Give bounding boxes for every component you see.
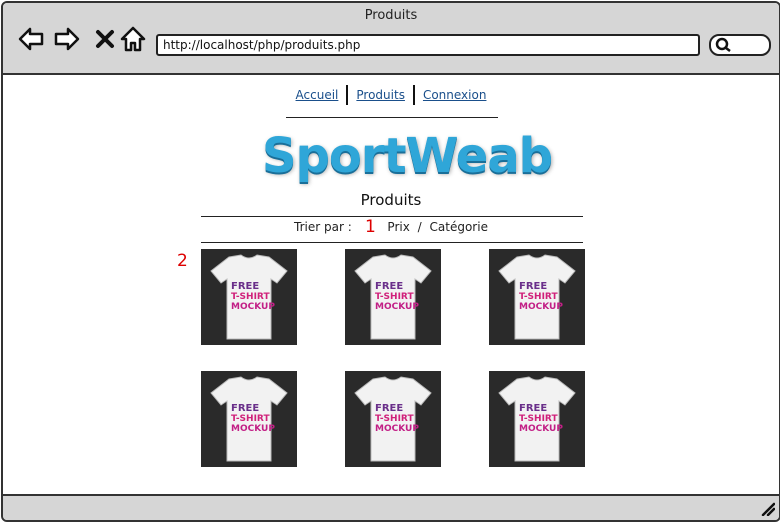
close-icon[interactable] xyxy=(91,25,119,53)
product-card[interactable]: FREE T-SHIRT MOCKUP xyxy=(489,371,585,467)
tshirt-image: FREE T-SHIRT MOCKUP xyxy=(210,254,288,340)
browser-statusbar xyxy=(3,494,779,520)
tshirt-image: FREE T-SHIRT MOCKUP xyxy=(210,376,288,462)
product-text-line3: MOCKUP xyxy=(375,424,419,434)
product-text-line1: FREE xyxy=(519,403,547,414)
tshirt-image: FREE T-SHIRT MOCKUP xyxy=(354,254,432,340)
product-text-line1: FREE xyxy=(375,281,403,292)
product-text-line2: T-SHIRT xyxy=(231,292,270,302)
home-icon[interactable] xyxy=(119,25,147,53)
product-card[interactable]: FREE T-SHIRT MOCKUP xyxy=(345,249,441,345)
browser-titlebar: Produits http://localhost/php/produits.p… xyxy=(3,3,779,75)
sort-separator: / xyxy=(417,220,422,234)
sort-bar: Trier par : Prix / Catégorie xyxy=(3,220,779,234)
product-text-line3: MOCKUP xyxy=(519,424,563,434)
sort-label: Trier par : xyxy=(294,220,352,234)
sort-divider-top xyxy=(201,216,583,217)
product-text-line1: FREE xyxy=(519,281,547,292)
menu-item-produits[interactable]: Produits xyxy=(350,88,411,102)
product-text-line2: T-SHIRT xyxy=(231,414,270,424)
page-content: Accueil Produits Connexion SportWeab Produ… xyxy=(3,75,779,494)
tshirt-image: FREE T-SHIRT MOCKUP xyxy=(498,376,576,462)
main-menu: Accueil Produits Connexion xyxy=(3,85,779,105)
annotation-marker-2: 2 xyxy=(177,251,188,271)
product-text-line1: FREE xyxy=(231,281,259,292)
menu-separator xyxy=(346,85,349,105)
resize-grip-icon[interactable] xyxy=(759,500,775,516)
product-card[interactable]: FREE T-SHIRT MOCKUP xyxy=(345,371,441,467)
product-text-line2: T-SHIRT xyxy=(519,414,558,424)
product-text-line3: MOCKUP xyxy=(231,424,275,434)
search-box[interactable] xyxy=(709,34,771,56)
menu-divider xyxy=(286,117,498,118)
product-text-line2: T-SHIRT xyxy=(375,292,414,302)
sort-divider-bottom xyxy=(201,242,583,243)
tshirt-image: FREE T-SHIRT MOCKUP xyxy=(498,254,576,340)
annotation-marker-1: 1 xyxy=(365,217,376,237)
menu-separator xyxy=(412,85,415,105)
page-title: Produits xyxy=(360,191,422,209)
product-text-line3: MOCKUP xyxy=(375,302,419,312)
sort-option-prix[interactable]: Prix xyxy=(387,220,409,234)
site-logo[interactable]: SportWeab xyxy=(262,123,553,189)
tshirt-image: FREE T-SHIRT MOCKUP xyxy=(354,376,432,462)
product-card[interactable]: FREE T-SHIRT MOCKUP xyxy=(201,371,297,467)
product-text-line2: T-SHIRT xyxy=(519,292,558,302)
sort-option-categorie[interactable]: Catégorie xyxy=(430,220,488,234)
search-icon xyxy=(715,37,731,52)
product-text-line2: T-SHIRT xyxy=(375,414,414,424)
menu-item-connexion[interactable]: Connexion xyxy=(417,88,493,102)
product-text-line3: MOCKUP xyxy=(519,302,563,312)
product-text-line1: FREE xyxy=(375,403,403,414)
menu-item-accueil[interactable]: Accueil xyxy=(290,88,345,102)
forward-arrow-icon[interactable] xyxy=(53,25,81,53)
back-arrow-icon[interactable] xyxy=(17,25,45,53)
product-text-line1: FREE xyxy=(231,403,259,414)
product-card[interactable]: FREE T-SHIRT MOCKUP xyxy=(489,249,585,345)
address-bar[interactable]: http://localhost/php/produits.php xyxy=(156,34,700,56)
product-text-line3: MOCKUP xyxy=(231,302,275,312)
product-card[interactable]: FREE T-SHIRT MOCKUP xyxy=(201,249,297,345)
browser-window: Produits http://localhost/php/produits.p… xyxy=(1,1,780,522)
window-title: Produits xyxy=(364,8,418,23)
